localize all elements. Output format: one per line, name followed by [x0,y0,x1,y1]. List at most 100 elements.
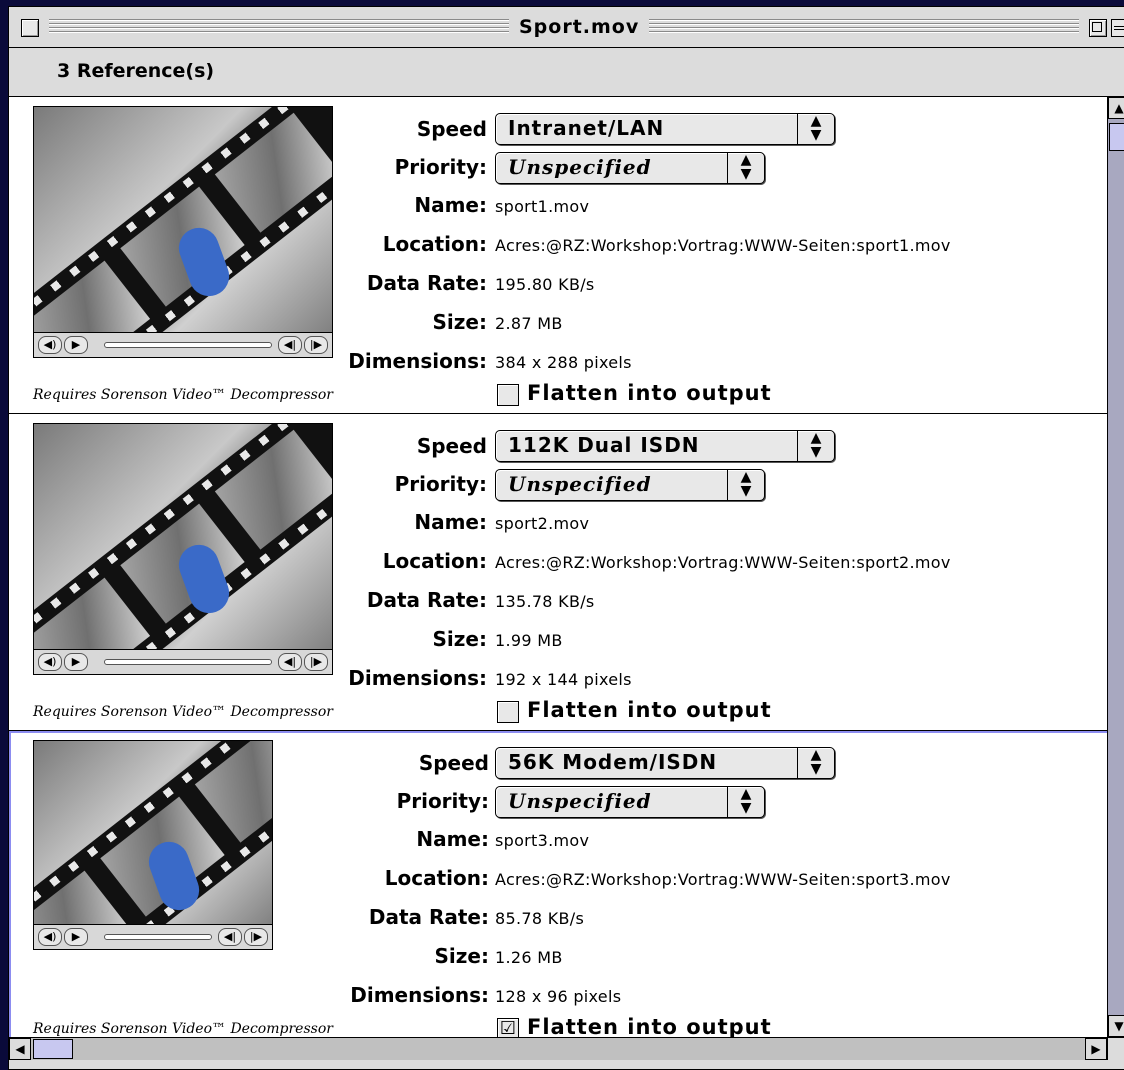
popup-arrows-icon: ▲ ▼ [797,748,834,778]
movie-preview[interactable]: ◀) ▶ ◀| |▶ [33,740,273,950]
size-value: 2.87 MB [495,314,563,333]
movie-preview[interactable]: ◀) ▶ ◀| |▶ [33,106,333,358]
movie-frame-image [34,107,332,333]
title-bar[interactable]: Sport.mov [9,7,1124,48]
priority-value: Unspecified [508,789,652,813]
flatten-label[interactable]: Flatten into output [527,698,772,722]
speed-popup[interactable]: 56K Modem/ISDN ▲ ▼ [495,747,835,779]
data-rate-label: Data Rate: [368,905,489,929]
size-label: Size: [434,944,489,968]
vertical-scroll-thumb[interactable] [1109,123,1124,151]
volume-icon[interactable]: ◀) [38,336,62,354]
scroll-up-icon[interactable]: ▲ [1108,97,1124,119]
movie-scrubber[interactable] [104,342,272,348]
play-icon[interactable]: ▶ [64,928,88,946]
step-forward-icon[interactable]: |▶ [304,653,328,671]
step-back-icon[interactable]: ◀| [278,653,302,671]
priority-label: Priority: [394,472,487,496]
speed-label: Speed [418,751,489,775]
speed-popup[interactable]: Intranet/LAN ▲ ▼ [495,113,835,145]
flatten-checkbox[interactable] [497,701,519,723]
speed-value: Intranet/LAN [508,116,665,140]
location-value: Acres:@RZ:Workshop:Vortrag:WWW-Seiten:sp… [495,870,951,889]
priority-value: Unspecified [508,472,652,496]
dimensions-value: 192 x 144 pixels [495,670,632,689]
close-box-icon[interactable] [21,19,39,37]
speed-popup[interactable]: 112K Dual ISDN ▲ ▼ [495,430,835,462]
speed-value: 56K Modem/ISDN [508,750,718,774]
data-rate-value: 195.80 KB/s [495,275,595,294]
scroll-left-icon[interactable]: ◀ [9,1038,31,1060]
horizontal-scrollbar[interactable]: ◀ ▶ [9,1037,1107,1060]
location-label: Location: [384,866,489,890]
speed-label: Speed [416,434,487,458]
movie-preview[interactable]: ◀) ▶ ◀| |▶ [33,423,333,675]
volume-icon[interactable]: ◀) [38,928,62,946]
play-icon[interactable]: ▶ [64,336,88,354]
volume-icon[interactable]: ◀) [38,653,62,671]
popup-arrows-icon: ▲ ▼ [797,114,834,144]
name-value: sport1.mov [495,197,590,216]
name-label: Name: [414,510,487,534]
step-forward-icon[interactable]: |▶ [244,928,268,946]
size-label: Size: [432,310,487,334]
popup-arrows-icon: ▲ ▼ [727,153,764,183]
references-header: 3 Reference(s) [9,48,1124,97]
movie-controller[interactable]: ◀) ▶ ◀| |▶ [34,924,272,949]
flatten-checkbox[interactable] [497,384,519,406]
priority-label: Priority: [394,155,487,179]
play-icon[interactable]: ▶ [64,653,88,671]
zoom-box-icon[interactable] [1089,19,1107,37]
flatten-checkbox-checked[interactable]: ☑ [497,1018,519,1037]
location-label: Location: [382,232,487,256]
location-label: Location: [382,549,487,573]
name-value: sport3.mov [495,831,590,850]
location-value: Acres:@RZ:Workshop:Vortrag:WWW-Seiten:sp… [495,553,951,572]
movie-controller[interactable]: ◀) ▶ ◀| |▶ [34,332,332,357]
priority-popup[interactable]: Unspecified ▲ ▼ [495,152,765,184]
movie-window: Sport.mov 3 Reference(s) ◀) ▶ ◀| |▶ Requ… [8,6,1124,1070]
priority-popup[interactable]: Unspecified ▲ ▼ [495,469,765,501]
reference-item[interactable]: ◀) ▶ ◀| |▶ Requires Sorenson Video™ Deco… [9,414,1107,731]
speed-label: Speed [416,117,487,141]
flatten-label[interactable]: Flatten into output [527,381,772,405]
dimensions-label: Dimensions: [348,349,487,373]
step-forward-icon[interactable]: |▶ [304,336,328,354]
requires-note: Requires Sorenson Video™ Decompressor [33,387,333,403]
reference-item[interactable]: ◀) ▶ ◀| |▶ Requires Sorenson Video™ Deco… [9,731,1107,1037]
popup-arrows-icon: ▲ ▼ [797,431,834,461]
references-list: ◀) ▶ ◀| |▶ Requires Sorenson Video™ Deco… [9,97,1107,1037]
popup-arrows-icon: ▲ ▼ [727,787,764,817]
movie-controller[interactable]: ◀) ▶ ◀| |▶ [34,649,332,674]
name-value: sport2.mov [495,514,590,533]
collapse-box-icon[interactable] [1111,19,1124,37]
priority-label: Priority: [396,789,489,813]
dimensions-label: Dimensions: [350,983,489,1007]
scroll-down-icon[interactable]: ▼ [1108,1015,1124,1037]
horizontal-scroll-thumb[interactable] [33,1039,73,1059]
movie-scrubber[interactable] [104,659,272,665]
vertical-scrollbar[interactable]: ▲ ▼ [1107,97,1124,1037]
priority-popup[interactable]: Unspecified ▲ ▼ [495,786,765,818]
movie-scrubber[interactable] [104,934,212,940]
location-value: Acres:@RZ:Workshop:Vortrag:WWW-Seiten:sp… [495,236,951,255]
requires-note: Requires Sorenson Video™ Decompressor [33,704,333,720]
data-rate-label: Data Rate: [366,588,487,612]
speed-value: 112K Dual ISDN [508,433,700,457]
scroll-right-icon[interactable]: ▶ [1085,1038,1107,1060]
step-back-icon[interactable]: ◀| [278,336,302,354]
dimensions-value: 384 x 288 pixels [495,353,632,372]
size-label: Size: [432,627,487,651]
priority-value: Unspecified [508,155,652,179]
name-label: Name: [414,193,487,217]
step-back-icon[interactable]: ◀| [218,928,242,946]
movie-frame-image [34,424,332,650]
data-rate-value: 135.78 KB/s [495,592,595,611]
name-label: Name: [416,827,489,851]
grow-box-icon[interactable] [1107,1037,1124,1060]
flatten-label[interactable]: Flatten into output [527,1015,772,1037]
requires-note: Requires Sorenson Video™ Decompressor [33,1021,333,1037]
movie-frame-image [34,741,272,925]
reference-item[interactable]: ◀) ▶ ◀| |▶ Requires Sorenson Video™ Deco… [9,97,1107,414]
data-rate-value: 85.78 KB/s [495,909,585,928]
